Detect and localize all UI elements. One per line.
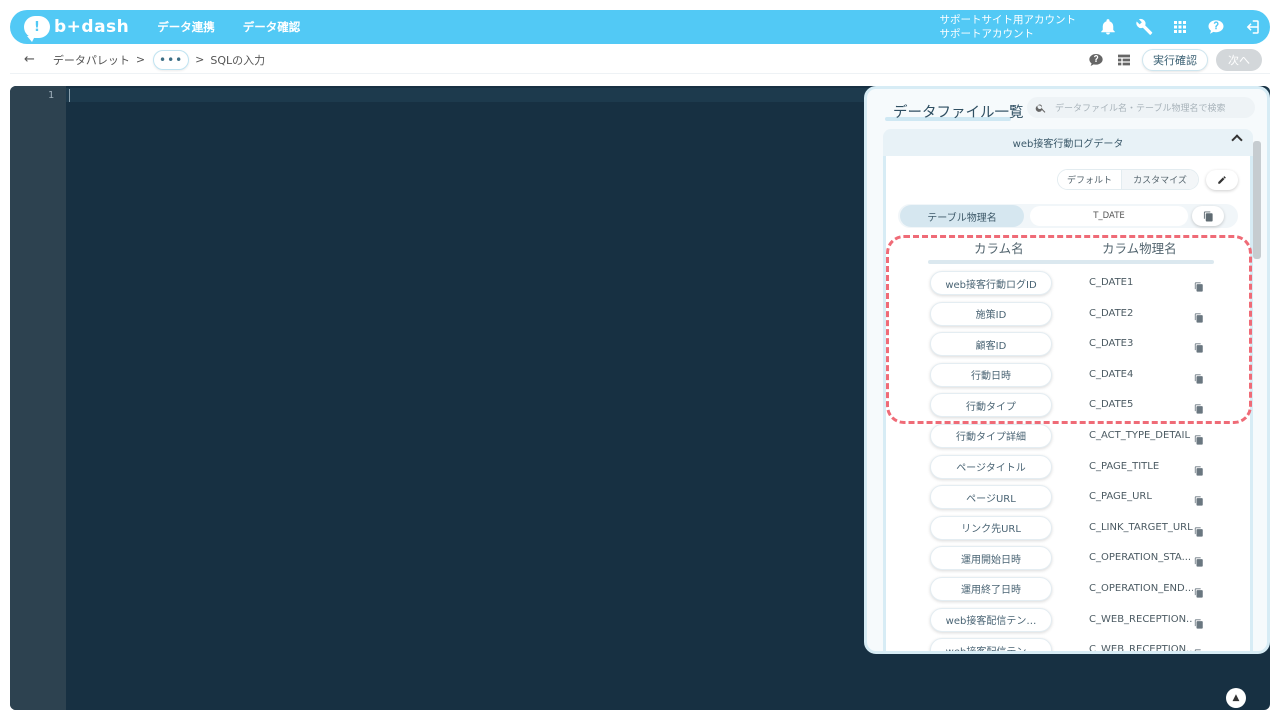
next-button[interactable]: 次へ: [1216, 48, 1262, 71]
seg-default[interactable]: デフォルト: [1058, 170, 1122, 189]
copy-icon[interactable]: [1194, 430, 1204, 445]
column-name-chip[interactable]: ページタイトル: [930, 454, 1052, 479]
line-number: 1: [48, 90, 55, 101]
column-name-chip[interactable]: 運用開始日時: [930, 546, 1052, 571]
help-chat-icon[interactable]: [1086, 50, 1106, 70]
copy-icon[interactable]: [1194, 522, 1204, 537]
wrench-icon[interactable]: [1133, 16, 1155, 38]
seg-customize[interactable]: カスタマイズ: [1122, 170, 1198, 189]
column-physical-name: C_ACT_TYPE_DETAIL: [1089, 429, 1191, 441]
column-name-chip[interactable]: web接客配信テン…: [930, 607, 1052, 632]
panel-title: データファイル一覧: [893, 105, 1024, 121]
run-check-button[interactable]: 実行確認: [1142, 48, 1208, 71]
apps-grid-icon[interactable]: [1169, 16, 1191, 38]
table-name-row: テーブル物理名 T_DATE: [898, 204, 1238, 228]
breadcrumb-more-button[interactable]: •••: [153, 49, 190, 70]
column-row: ページURL C_PAGE_URL: [886, 482, 1250, 513]
column-name-chip[interactable]: リンク先URL: [930, 515, 1052, 540]
chevron-up-icon[interactable]: [1231, 134, 1243, 146]
editor-caret: [69, 89, 70, 102]
table-name-value: T_DATE: [1030, 206, 1188, 226]
bell-icon[interactable]: [1097, 16, 1119, 38]
copy-icon[interactable]: [1194, 461, 1204, 476]
copy-table-name-button[interactable]: [1192, 206, 1224, 226]
copy-icon[interactable]: [1194, 491, 1204, 506]
column-physical-name: C_OPERATION_STA...: [1089, 552, 1192, 564]
column-physical-name: C_PAGE_TITLE: [1089, 460, 1160, 472]
column-row: ページタイトル C_PAGE_TITLE: [886, 452, 1250, 483]
nav-data-link[interactable]: データ連携: [157, 19, 215, 35]
column-physical-name: C_WEB_RECEPTION...: [1089, 613, 1193, 625]
breadcrumb-separator: >: [195, 53, 205, 66]
breadcrumb-bar: ← データパレット > ••• > SQLの入力 実行確認 次へ: [10, 46, 1270, 74]
account-name: サポートサイト用アカウント: [939, 14, 1077, 26]
breadcrumb-current: SQLの入力: [210, 53, 266, 67]
table-list-icon[interactable]: [1114, 50, 1134, 70]
data-file-section-header[interactable]: web接客行動ログデータ: [883, 129, 1253, 156]
column-physical-name: C_PAGE_URL: [1089, 491, 1152, 503]
data-file-search-input[interactable]: データファイル名・テーブル物理名で検索: [1027, 97, 1255, 118]
column-physical-name: C_OPERATION_END...: [1089, 582, 1193, 594]
account-info[interactable]: サポートサイト用アカウント サポートアカウント: [940, 13, 1077, 41]
column-row: リンク先URL C_LINK_TARGET_URL: [886, 513, 1250, 544]
editor-gutter: [10, 86, 66, 710]
column-physical-name: C_LINK_TARGET_URL: [1089, 521, 1193, 533]
copy-icon: [1203, 210, 1213, 222]
breadcrumb-separator: >: [135, 53, 146, 66]
panel-scrollbar[interactable]: [1253, 141, 1261, 259]
column-row: web接客配信テン… C_WEB_RECEPTION...: [886, 635, 1250, 654]
column-name-chip[interactable]: 行動タイプ詳細: [930, 423, 1052, 448]
view-mode-toggle[interactable]: デフォルト カスタマイズ: [1057, 169, 1199, 190]
column-row: web接客配信テン… C_WEB_RECEPTION...: [886, 605, 1250, 636]
back-arrow-icon[interactable]: ←: [24, 52, 35, 67]
column-row: 行動タイプ詳細 C_ACT_TYPE_DETAIL: [886, 421, 1250, 452]
section-title: web接客行動ログデータ: [1012, 139, 1124, 150]
column-name-chip[interactable]: web接客配信テン…: [930, 638, 1052, 651]
help-chat-icon[interactable]: [1205, 16, 1227, 38]
column-name-chip[interactable]: 運用終了日時: [930, 576, 1052, 601]
top-header: ! b+dash データ連携 データ確認 サポートサイト用アカウント サポートア…: [10, 10, 1270, 44]
logout-icon[interactable]: [1241, 16, 1263, 38]
logo-bubble-icon: !: [24, 16, 50, 42]
copy-icon[interactable]: [1194, 583, 1204, 598]
bdash-logo[interactable]: ! b+dash: [24, 16, 130, 42]
copy-icon[interactable]: [1194, 644, 1204, 651]
column-physical-name: C_WEB_RECEPTION...: [1089, 644, 1193, 654]
column-row: 運用開始日時 C_OPERATION_STA...: [886, 543, 1250, 574]
logo-text: b+dash: [54, 17, 130, 37]
search-icon: [1035, 104, 1046, 113]
column-name-chip[interactable]: ページURL: [930, 485, 1052, 510]
annotation-highlight-box: [886, 235, 1252, 424]
copy-icon[interactable]: [1194, 614, 1204, 629]
edit-button[interactable]: [1206, 170, 1238, 190]
search-placeholder: データファイル名・テーブル物理名で検索: [1055, 104, 1226, 114]
breadcrumb-data-palette[interactable]: データパレット: [53, 52, 130, 68]
nav-data-check[interactable]: データ確認: [243, 19, 301, 35]
account-user: サポートアカウント: [939, 28, 1035, 40]
copy-icon[interactable]: [1194, 552, 1204, 567]
pencil-icon: [1218, 176, 1226, 184]
scroll-top-button[interactable]: ▲: [1226, 688, 1246, 708]
chevron-up-icon: ▲: [1232, 693, 1240, 703]
table-name-label: テーブル物理名: [900, 205, 1024, 227]
column-row: 運用終了日時 C_OPERATION_END...: [886, 574, 1250, 605]
